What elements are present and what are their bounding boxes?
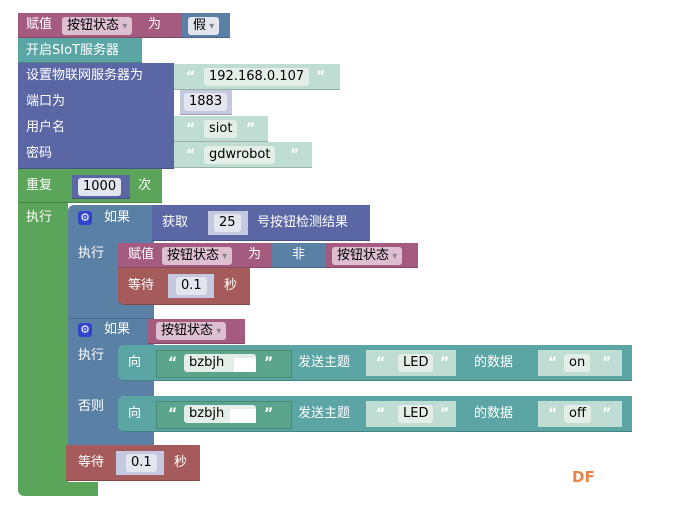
- repeat-do-label: 执行: [26, 210, 53, 225]
- quote-open-icon: “: [548, 355, 558, 371]
- data-label: 的数据: [474, 355, 514, 370]
- topic-field[interactable]: LED: [398, 354, 434, 372]
- variable-dropdown[interactable]: 按钮状态: [332, 247, 403, 265]
- boolean-dropdown[interactable]: 假: [188, 17, 220, 35]
- variable-dropdown[interactable]: 按钮状态: [162, 247, 233, 265]
- set-label: 赋值: [128, 247, 155, 262]
- variable-dropdown[interactable]: 按钮状态: [62, 17, 133, 35]
- quote-open-icon: “: [168, 355, 178, 371]
- quote-close-icon: ”: [440, 355, 450, 371]
- redaction: [234, 358, 256, 372]
- repeat-spine: [18, 203, 68, 486]
- quote-open-icon: “: [186, 69, 196, 85]
- count-field[interactable]: 1000: [78, 178, 122, 196]
- pass-label: 密码: [26, 146, 53, 161]
- pass-field[interactable]: gdwrobot: [204, 146, 276, 164]
- wait-label: 等待: [128, 278, 155, 293]
- wait-field[interactable]: 0.1: [176, 277, 207, 295]
- user-field[interactable]: siot: [204, 120, 238, 138]
- not-label: 非: [292, 247, 306, 262]
- set-label: 赋值: [26, 17, 53, 32]
- quote-close-icon: ”: [602, 406, 612, 422]
- to-label: 向: [128, 355, 142, 370]
- port-field[interactable]: 1883: [184, 93, 228, 111]
- pin-field[interactable]: 25: [214, 214, 241, 232]
- wait-label: 等待: [78, 455, 105, 470]
- data-field[interactable]: off: [564, 405, 591, 423]
- siot-start-label: 开启SIoT服务器: [26, 43, 119, 58]
- else-label: 否则: [78, 399, 105, 414]
- unit-label: 秒: [174, 455, 188, 470]
- condition-label: 号按钮检测结果: [257, 215, 349, 230]
- topic-label: 发送主题: [298, 406, 351, 421]
- quote-open-icon: “: [168, 406, 178, 422]
- redaction: [230, 409, 256, 423]
- user-label: 用户名: [26, 120, 66, 135]
- topic-field[interactable]: LED: [398, 405, 434, 423]
- if-do-label: 执行: [78, 348, 105, 363]
- quote-close-icon: ”: [246, 121, 256, 137]
- topic-label: 发送主题: [298, 355, 351, 370]
- quote-open-icon: “: [186, 147, 196, 163]
- to-label: 向: [128, 406, 142, 421]
- if-label: 如果: [104, 322, 131, 337]
- repeat-bottom: [18, 482, 98, 496]
- repeat-label: 重复: [26, 178, 53, 193]
- quote-open-icon: “: [376, 355, 386, 371]
- quote-close-icon: ”: [290, 147, 300, 163]
- quote-close-icon: ”: [602, 355, 612, 371]
- data-label: 的数据: [474, 406, 514, 421]
- server-label: 设置物联网服务器为: [26, 68, 144, 83]
- quote-open-icon: “: [376, 406, 386, 422]
- unit-label: 秒: [224, 278, 238, 293]
- quote-close-icon: ”: [264, 406, 274, 422]
- if-label: 如果: [104, 210, 131, 225]
- quote-close-icon: ”: [440, 406, 450, 422]
- port-label: 端口为: [26, 94, 66, 109]
- times-label: 次: [138, 178, 152, 193]
- get-label: 获取: [162, 215, 189, 230]
- gear-icon[interactable]: ⚙: [78, 323, 92, 337]
- quote-close-icon: ”: [264, 355, 274, 371]
- as-label: 为: [148, 17, 162, 32]
- quote-open-icon: “: [186, 121, 196, 137]
- quote-open-icon: “: [548, 406, 558, 422]
- wait-field[interactable]: 0.1: [126, 454, 157, 472]
- if-do-label: 执行: [78, 246, 105, 261]
- as-label: 为: [248, 247, 262, 262]
- variable-dropdown[interactable]: 按钮状态: [156, 322, 227, 340]
- watermark-logo: DF: [572, 468, 595, 486]
- server-field[interactable]: 192.168.0.107: [204, 68, 310, 86]
- gear-icon[interactable]: ⚙: [78, 211, 92, 225]
- data-field[interactable]: on: [564, 354, 591, 372]
- quote-close-icon: ”: [316, 69, 326, 85]
